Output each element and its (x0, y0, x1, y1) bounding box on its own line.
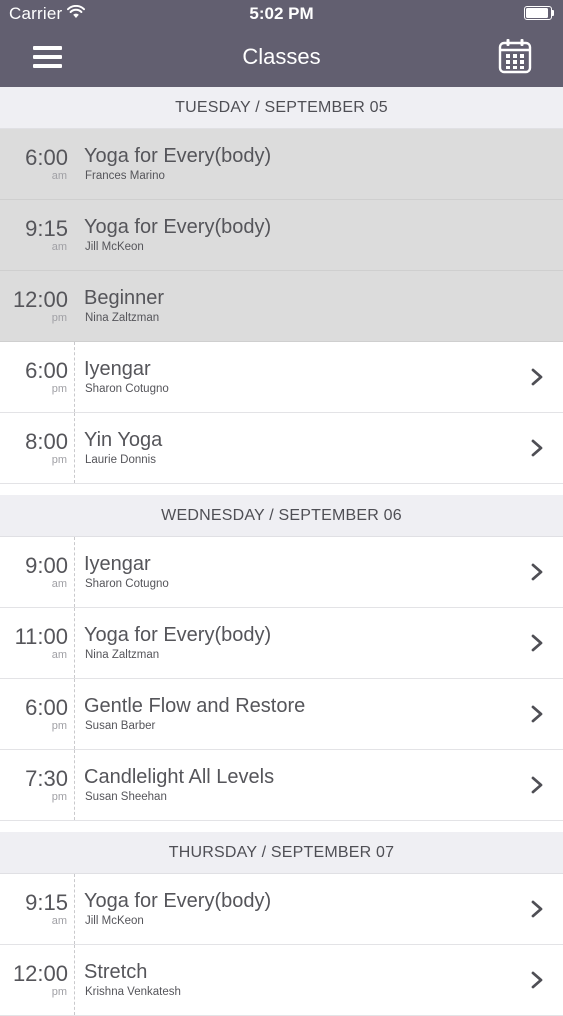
class-time: 12:00 pm (0, 945, 75, 1015)
class-time-ampm: pm (51, 986, 67, 998)
class-time: 7:30 pm (0, 750, 75, 820)
class-time: 9:15 am (0, 874, 75, 944)
class-instructor: Sharon Cotugno (85, 578, 169, 590)
class-time: 6:00 am (0, 129, 74, 199)
page-title: Classes (242, 44, 321, 69)
class-instructor: Nina Zaltzman (85, 312, 160, 324)
class-time: 6:00 pm (0, 342, 75, 412)
chevron-right-icon[interactable] (530, 634, 544, 652)
chevron-right-icon[interactable] (530, 705, 544, 723)
class-time-value: 9:00 (25, 553, 68, 578)
class-time: 11:00 am (0, 608, 75, 678)
class-title: Iyengar (84, 553, 151, 575)
class-time-value: 12:00 (12, 961, 68, 986)
class-time: 9:15 am (0, 200, 74, 270)
chevron-right-icon[interactable] (530, 439, 544, 457)
class-time-ampm: pm (51, 791, 67, 803)
class-instructor: Jill McKeon (85, 915, 144, 927)
class-row: 9:15 am Yoga for Every(body) Jill McKeon (0, 200, 563, 271)
class-time-ampm: pm (51, 720, 67, 732)
class-time-value: 6:00 (25, 358, 68, 383)
class-title: Yoga for Every(body) (84, 624, 272, 646)
section-header: TUESDAY / SEPTEMBER 05 (0, 87, 563, 129)
class-time-ampm: pm (51, 454, 67, 466)
class-time-ampm: pm (51, 383, 67, 395)
section-header: WEDNESDAY / SEPTEMBER 06 (0, 495, 563, 537)
class-time-value: 12:00 (12, 287, 68, 312)
class-row[interactable]: 9:15 am Yoga for Every(body) Jill McKeon (0, 874, 563, 945)
class-title: Yoga for Every(body) (84, 216, 272, 238)
top-bar: Carrier 5:02 PM Classes (0, 0, 563, 87)
class-time-value: 9:15 (25, 216, 68, 241)
class-title: Gentle Flow and Restore (84, 695, 306, 717)
class-row[interactable]: 11:00 am Yoga for Every(body) Nina Zaltzman (0, 608, 563, 679)
class-row[interactable]: 12:00 pm Stretch Krishna Venkatesh (0, 945, 563, 1016)
class-title: Candlelight All Levels (84, 766, 275, 788)
class-time-value: 8:00 (25, 429, 68, 454)
chevron-right-icon[interactable] (530, 776, 544, 794)
chevron-right-icon[interactable] (530, 900, 544, 918)
class-time-ampm: am (51, 578, 67, 590)
class-time-ampm: pm (51, 312, 67, 324)
class-title: Yoga for Every(body) (84, 145, 272, 167)
class-title: Yoga for Every(body) (84, 890, 272, 912)
navigation-bar: Classes (0, 30, 563, 87)
class-instructor: Nina Zaltzman (85, 649, 160, 661)
calendar-icon[interactable] (498, 38, 532, 74)
class-row[interactable]: 6:00 pm Iyengar Sharon Cotugno (0, 342, 563, 413)
class-title: Beginner (84, 287, 165, 309)
class-instructor: Susan Sheehan (85, 791, 167, 803)
battery-icon (524, 6, 554, 20)
class-time-ampm: am (51, 170, 67, 182)
class-row[interactable]: 8:00 pm Yin Yoga Laurie Donnis (0, 413, 563, 484)
class-title: Iyengar (84, 358, 151, 380)
class-time: 12:00 pm (0, 271, 74, 341)
chevron-right-icon[interactable] (530, 971, 544, 989)
class-row[interactable]: 9:00 am Iyengar Sharon Cotugno (0, 537, 563, 608)
class-row[interactable]: 6:00 pm Gentle Flow and Restore Susan Barbe… (0, 679, 563, 750)
class-time-value: 6:00 (25, 695, 68, 720)
class-list[interactable]: TUESDAY / SEPTEMBER 05 6:00 am Yoga for Eve… (0, 87, 563, 1016)
class-instructor: Krishna Venkatesh (85, 986, 181, 998)
class-time-ampm: am (51, 649, 67, 661)
section-gap (0, 484, 563, 495)
section-gap (0, 821, 563, 832)
class-time-ampm: am (51, 241, 67, 253)
status-time: 5:02 PM (249, 4, 314, 23)
class-time: 6:00 pm (0, 679, 75, 749)
class-time-value: 11:00 (14, 624, 68, 649)
chevron-right-icon[interactable] (530, 368, 544, 386)
class-time-value: 6:00 (25, 145, 68, 170)
class-row[interactable]: 7:30 pm Candlelight All Levels Susan Sheeha… (0, 750, 563, 821)
class-title: Yin Yoga (84, 429, 163, 451)
class-instructor: Susan Barber (85, 720, 156, 732)
class-time: 9:00 am (0, 537, 75, 607)
class-instructor: Sharon Cotugno (85, 383, 169, 395)
chevron-right-icon[interactable] (530, 563, 544, 581)
class-time-value: 9:15 (25, 890, 68, 915)
class-row: 6:00 am Yoga for Every(body) Frances Marino (0, 129, 563, 200)
class-instructor: Laurie Donnis (85, 454, 156, 466)
class-time-ampm: am (51, 915, 67, 927)
class-title: Stretch (84, 961, 148, 983)
class-instructor: Jill McKeon (85, 241, 144, 253)
class-time: 8:00 pm (0, 413, 75, 483)
class-instructor: Frances Marino (85, 170, 165, 182)
status-bar: Carrier 5:02 PM (0, 0, 563, 30)
section-header: THURSDAY / SEPTEMBER 07 (0, 832, 563, 874)
class-row: 12:00 pm Beginner Nina Zaltzman (0, 271, 563, 342)
class-time-value: 7:30 (25, 766, 68, 791)
